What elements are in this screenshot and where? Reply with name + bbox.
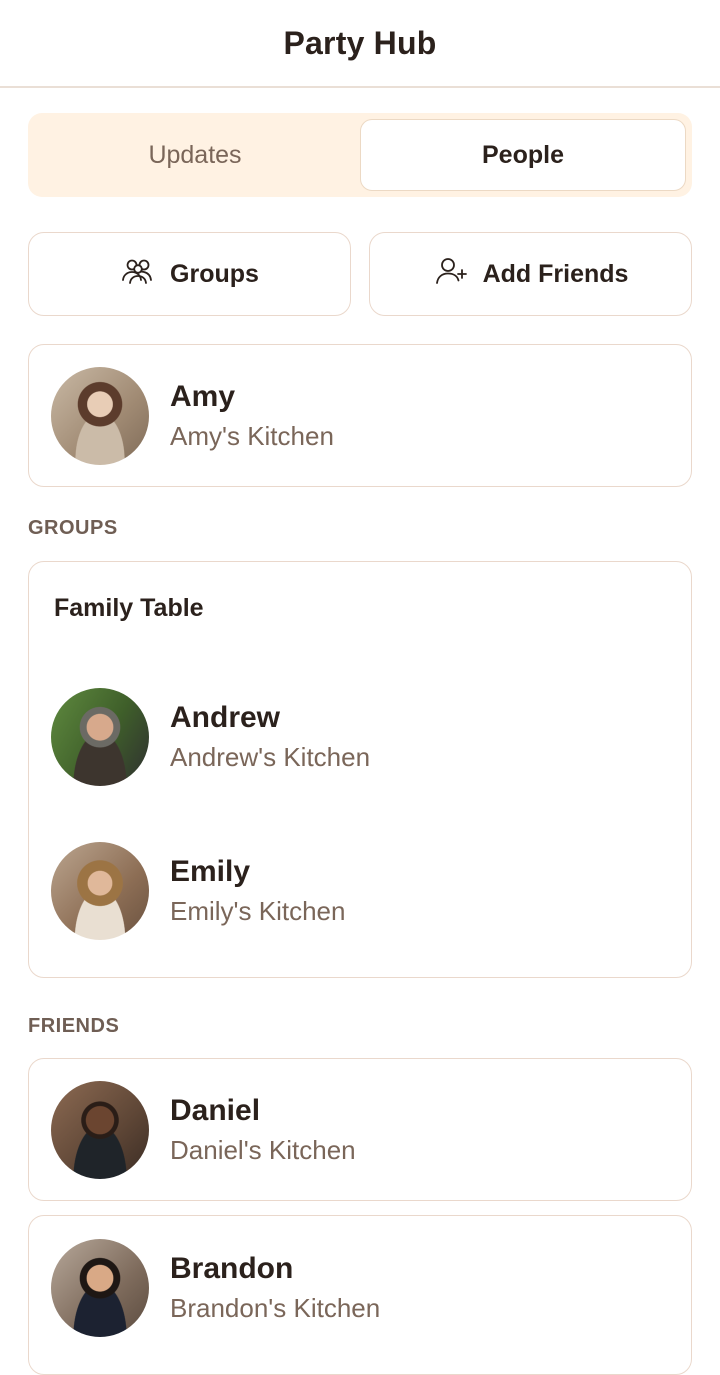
avatar [51, 842, 149, 940]
kitchen-name: Amy's Kitchen [170, 421, 334, 451]
page-title: Party Hub [283, 24, 437, 61]
tab-updates[interactable]: Updates [32, 119, 358, 191]
person-row: Brandon Brandon's Kitchen [51, 1238, 380, 1338]
avatar [51, 367, 149, 465]
avatar [51, 1081, 149, 1179]
app-header: Party Hub [0, 0, 720, 88]
kitchen-name: Andrew's Kitchen [170, 742, 371, 772]
kitchen-name: Emily's Kitchen [170, 896, 346, 926]
group-title: Family Table [54, 594, 204, 622]
group-icon [120, 253, 156, 296]
avatar [51, 1239, 149, 1337]
group-member-row[interactable]: Andrew Andrew's Kitchen [51, 687, 370, 787]
group-member-row[interactable]: Emily Emily's Kitchen [51, 841, 345, 941]
add-friends-button-label: Add Friends [482, 259, 629, 288]
add-friends-button[interactable]: Add Friends [369, 232, 692, 316]
group-card[interactable]: Family Table Andrew Andrew's Kitchen Emi… [28, 561, 692, 978]
friend-card[interactable]: Daniel Daniel's Kitchen [28, 1058, 692, 1201]
person-name: Emily [170, 855, 251, 888]
tab-people[interactable]: People [360, 119, 686, 191]
person-row: Daniel Daniel's Kitchen [51, 1080, 356, 1180]
kitchen-name: Daniel's Kitchen [170, 1135, 356, 1165]
person-name: Andrew [170, 701, 281, 734]
avatar [51, 688, 149, 786]
groups-button[interactable]: Groups [28, 232, 351, 316]
friend-card[interactable]: Brandon Brandon's Kitchen [28, 1215, 692, 1375]
person-name: Daniel [170, 1094, 261, 1127]
person-name: Brandon [170, 1252, 294, 1285]
add-person-icon [433, 253, 469, 296]
kitchen-name: Brandon's Kitchen [170, 1293, 381, 1323]
person-row: Amy Amy's Kitchen [51, 366, 334, 466]
my-profile-card[interactable]: Amy Amy's Kitchen [28, 344, 692, 487]
groups-button-label: Groups [170, 259, 259, 288]
groups-section-label: GROUPS [28, 517, 118, 539]
person-name: Amy [170, 380, 236, 413]
friends-section-label: FRIENDS [28, 1015, 120, 1037]
view-tabs: Updates People [28, 113, 692, 197]
